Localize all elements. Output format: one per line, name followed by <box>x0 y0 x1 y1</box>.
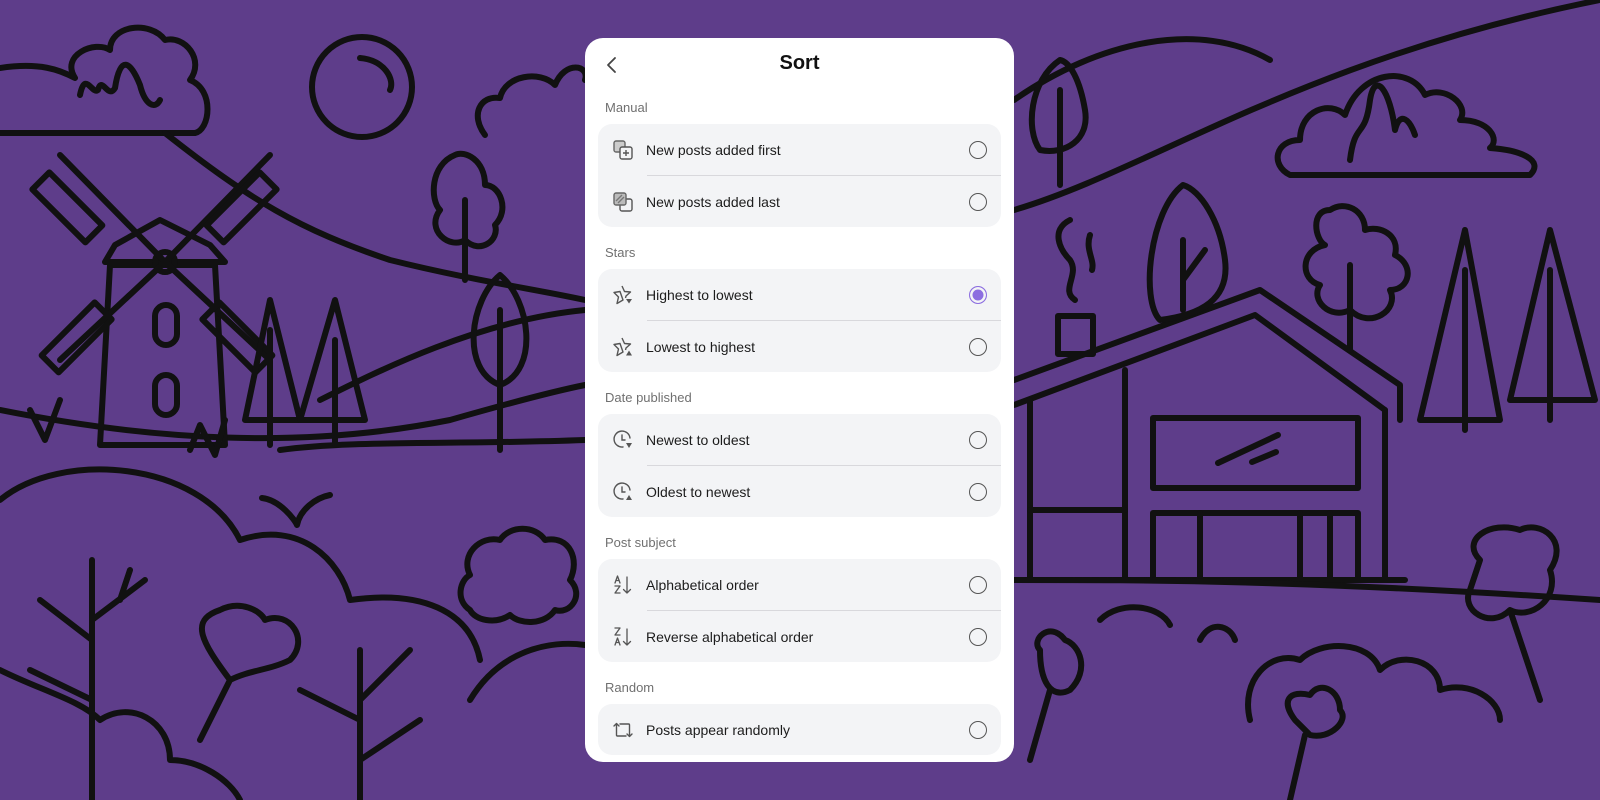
option-label: Posts appear randomly <box>646 721 790 738</box>
option-group-date: Newest to oldest Oldest to newest <box>598 414 1001 517</box>
tree-round <box>430 150 506 283</box>
sort-sheet: Sort Manual New posts added first New po… <box>585 38 1014 762</box>
option-reverse-alphabetical[interactable]: Reverse alphabetical order <box>598 611 1001 662</box>
radio-button-selected[interactable] <box>969 285 987 304</box>
option-newest-to-oldest[interactable]: Newest to oldest <box>598 414 1001 465</box>
pine-right-2 <box>1507 227 1598 423</box>
hill-right-long <box>1011 0 1600 213</box>
cloud-left <box>0 24 211 136</box>
option-label: Newest to oldest <box>646 431 750 448</box>
radio-button[interactable] <box>969 192 987 211</box>
option-label: Alphabetical order <box>646 576 759 593</box>
cloud-right <box>1274 73 1538 178</box>
option-group-manual: New posts added first New posts added la… <box>598 124 1001 227</box>
star-ascending-icon <box>611 335 635 359</box>
stack-add-last-icon <box>611 190 635 214</box>
option-oldest-to-newest[interactable]: Oldest to newest <box>598 466 1001 517</box>
tree-oval <box>470 272 530 453</box>
radio-button[interactable] <box>969 482 987 501</box>
option-alphabetical[interactable]: Alphabetical order <box>598 559 1001 610</box>
option-group-subject: Alphabetical order Reverse alphabetical … <box>598 559 1001 662</box>
hill-bottom-center <box>467 640 588 703</box>
radio-button[interactable] <box>969 627 987 646</box>
cloud-squiggle <box>77 61 163 108</box>
pine-tree-2 <box>297 297 368 448</box>
shuffle-loop-icon <box>611 718 635 742</box>
cloud-right-squiggle <box>1347 82 1418 163</box>
sort-a-z-icon <box>611 573 635 597</box>
clock-descending-icon <box>611 428 635 452</box>
page-title: Sort <box>779 52 820 74</box>
section-label-date-published: Date published <box>605 390 692 405</box>
radio-button[interactable] <box>969 720 987 739</box>
option-lowest-to-highest[interactable]: Lowest to highest <box>598 321 1001 372</box>
bare-tree-1 <box>27 557 148 800</box>
section-label-stars: Stars <box>605 245 636 260</box>
option-label: New posts added first <box>646 141 781 158</box>
radio-button[interactable] <box>969 430 987 449</box>
pine-right-1 <box>1417 227 1503 433</box>
hill-line-3 <box>277 437 588 453</box>
clock-ascending-icon <box>611 480 635 504</box>
section-label-random: Random <box>605 680 655 695</box>
option-new-posts-last[interactable]: New posts added last <box>598 176 1001 227</box>
option-label: Reverse alphabetical order <box>646 628 814 645</box>
bare-tree-2 <box>297 647 423 800</box>
flower-mid-right <box>1027 628 1085 763</box>
radio-button[interactable] <box>969 140 987 159</box>
sort-z-a-icon <box>611 625 635 649</box>
option-random[interactable]: Posts appear randomly <box>598 704 1001 755</box>
bird <box>259 492 333 528</box>
option-group-stars: Highest to lowest Lowest to highest <box>598 269 1001 372</box>
sun <box>309 34 415 140</box>
cloud-center <box>474 64 589 138</box>
tree-top-right <box>1028 57 1089 188</box>
option-label: New posts added last <box>646 193 780 210</box>
flower-left <box>197 602 302 743</box>
option-label: Oldest to newest <box>646 483 751 500</box>
bush-center <box>457 525 580 625</box>
stack-add-first-icon <box>611 138 635 162</box>
option-highest-to-lowest[interactable]: Highest to lowest <box>598 269 1001 320</box>
hill-line-1 <box>162 130 588 303</box>
star-descending-icon <box>611 283 635 307</box>
pine-tree-1 <box>242 297 303 448</box>
radio-button[interactable] <box>969 575 987 594</box>
sheet-header: Sort <box>585 38 1014 92</box>
hill-line-4 <box>317 307 588 403</box>
radio-button[interactable] <box>969 337 987 356</box>
option-label: Highest to lowest <box>646 286 753 303</box>
tree-tall-oval <box>1146 182 1229 323</box>
flower-bottom-right <box>1284 684 1346 800</box>
house <box>1011 217 1408 583</box>
section-label-manual: Manual <box>605 100 648 115</box>
windmill <box>29 152 280 448</box>
ground-left-bush <box>0 466 483 663</box>
option-new-posts-first[interactable]: New posts added first <box>598 124 1001 175</box>
option-label: Lowest to highest <box>646 338 755 355</box>
flower-far-right <box>1465 524 1560 703</box>
section-label-post-subject: Post subject <box>605 535 676 550</box>
option-group-random: Posts appear randomly <box>598 704 1001 755</box>
